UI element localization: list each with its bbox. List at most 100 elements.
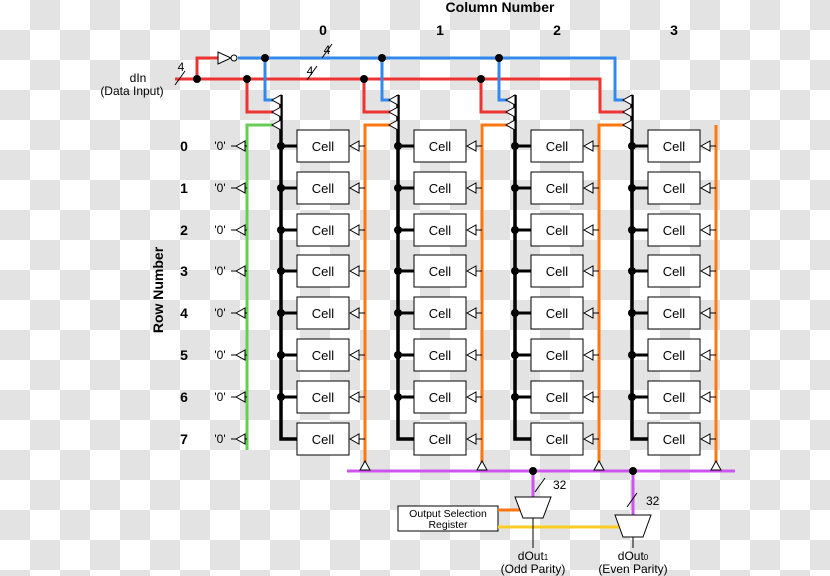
cell-output-triangle [348,182,360,194]
junction-dot [394,351,402,359]
junction-dot [477,75,485,83]
junction-dot [495,54,503,62]
cell-label: Cell [546,223,569,238]
cell-label: Cell [429,306,452,321]
cell-label: Cell [546,432,569,447]
junction-dot [511,226,519,234]
cell-output-triangle [582,433,594,445]
junction-dot [628,393,636,401]
row-number-label: 0 [180,138,188,154]
zero-constant-label: '0' [214,348,225,362]
junction-dot [628,351,636,359]
zero-input-triangle [234,391,246,403]
cell-label: Cell [429,390,452,405]
cell-output-triangle [465,391,477,403]
junction-dot [629,467,637,475]
cell-label: Cell [429,139,452,154]
junction-dot [511,351,519,359]
input-name: dIn [130,71,147,85]
junction-dot [511,184,519,192]
output-bus-width-label-0: 32 [646,494,660,508]
junction-dot [360,75,368,83]
junction-dot [277,267,285,275]
cell-label: Cell [663,348,686,363]
output-port-triangle [476,459,488,471]
row-number-label: 1 [180,180,188,196]
junction-dot [277,226,285,234]
cell-label: Cell [663,223,686,238]
zero-input-triangle [234,307,246,319]
zero-input-triangle [234,224,246,236]
zero-constant-label: '0' [214,390,225,404]
cell-label: Cell [546,264,569,279]
cell-output-triangle [582,349,594,361]
junction-dot [277,351,285,359]
input-width-label: 4 [178,60,185,74]
inverter-bubble-icon [230,54,238,62]
junction-dot [394,184,402,192]
junction-dot [628,184,636,192]
cell-label: Cell [546,348,569,363]
input-desc: (Data Input) [100,84,163,98]
zero-input-triangle [234,182,246,194]
input-port-triangle [387,106,399,118]
cell-label: Cell [546,306,569,321]
cell-output-triangle [348,307,360,319]
junction-dot [277,309,285,317]
junction-dot [394,142,402,150]
zero-constant-label: '0' [214,432,225,446]
junction-dot [394,309,402,317]
cell-output-triangle [582,182,594,194]
column-number-label: 1 [436,22,444,38]
cell-output-triangle [582,224,594,236]
junction-dot [193,75,201,83]
column-number-label: 0 [319,22,327,38]
register-label-line2: Register [428,519,468,531]
cell-output-triangle [465,307,477,319]
cell-output-triangle [582,307,594,319]
cell-output-triangle [348,140,360,152]
junction-dot [277,142,285,150]
cell-label: Cell [312,390,335,405]
cell-output-triangle [465,140,477,152]
red-input-bus [175,77,628,114]
cell-output-triangle [699,224,711,236]
input-port-triangle [387,94,399,106]
cell-output-triangle [699,391,711,403]
junction-dot [394,226,402,234]
junction-dot [628,309,636,317]
cell-label: Cell [312,139,335,154]
cell-output-triangle [348,391,360,403]
column-number-label: 3 [670,22,678,38]
input-port-triangle [270,119,282,131]
cell-label: Cell [312,264,335,279]
junction-dot [277,184,285,192]
column-number-label: 2 [553,22,561,38]
red-column-tap [362,79,394,114]
cell-label: Cell [429,432,452,447]
bus-width-slash [534,477,546,493]
zero-constant-label: '0' [214,306,225,320]
cell-label: Cell [312,223,335,238]
cell-output-triangle [348,349,360,361]
zero-input-triangle [234,433,246,445]
input-port-triangle [270,94,282,106]
zero-input-triangle [234,140,246,152]
zero-constant-label: '0' [214,181,225,195]
cell-output-triangle [582,265,594,277]
cell-output-triangle [699,265,711,277]
junction-dot [511,309,519,317]
junction-dot [628,142,636,150]
output-0-desc: (Even Parity) [598,562,667,576]
cell-label: Cell [546,181,569,196]
row-number-label: 5 [180,347,188,363]
cell-output-triangle [348,265,360,277]
cell-output-triangle [699,182,711,194]
cell-output-triangle [465,182,477,194]
input-port-triangle [504,94,516,106]
cell-label: Cell [312,181,335,196]
row-axis-title: Row Number [150,246,166,333]
junction-dot [394,393,402,401]
input-port-triangle [621,119,633,131]
output-1-desc: (Odd Parity) [501,562,566,576]
